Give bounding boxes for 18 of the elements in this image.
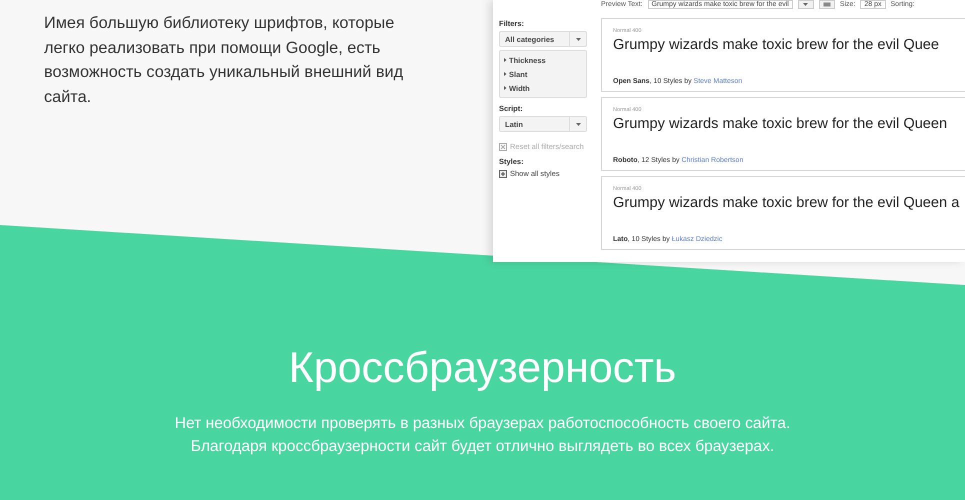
triangle-icon	[503, 72, 507, 76]
view-toggle-button[interactable]	[818, 0, 835, 9]
font-sample-text: Grumpy wizards make toxic brew for the evil Queen a	[613, 195, 960, 211]
intro-paragraph: Имея большую библиотеку шрифтов, которые легко реализовать при помощи Google, есть возможность создать уникальный внешний вид сайта.	[44, 13, 404, 108]
caret-icon	[576, 122, 580, 126]
caret-icon	[803, 3, 808, 6]
font-sample-text: Grumpy wizards make toxic brew for the evil Queen	[613, 116, 948, 132]
section-text: Нет необходимости проверять в разных браузерах работоспособность своего сайта.	[174, 414, 790, 434]
triangle-icon	[503, 58, 507, 62]
view-icon	[822, 2, 831, 7]
section-text: Благодаря кроссбраузерности сайт будет отлично выглядеть во всех браузерах.	[190, 437, 774, 457]
dropdown-button[interactable]	[798, 0, 814, 9]
close-icon	[499, 142, 507, 150]
section-heading: Кроссбраузерность	[288, 343, 676, 394]
font-sample-text: Grumpy wizards make toxic brew for the evil Quee	[613, 37, 940, 53]
caret-icon	[576, 38, 580, 40]
expand-box-icon	[499, 170, 507, 178]
triangle-icon	[503, 86, 507, 90]
